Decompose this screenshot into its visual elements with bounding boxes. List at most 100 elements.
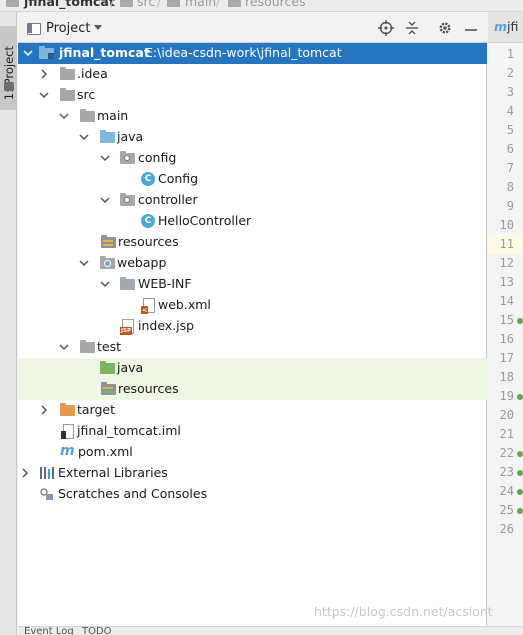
project-view-selector[interactable]: Project bbox=[46, 21, 90, 36]
tree-row-main[interactable]: main bbox=[18, 106, 487, 127]
tree-row-iml[interactable]: jfinal_tomcat.iml bbox=[18, 421, 487, 442]
java-class-icon: C bbox=[141, 214, 155, 228]
gutter-marker-icon[interactable] bbox=[517, 508, 523, 514]
tree-label-idea: .idea bbox=[77, 66, 108, 81]
line-number: 22 bbox=[499, 446, 514, 460]
test-resources-root-icon bbox=[101, 382, 116, 395]
chevron-down-icon[interactable] bbox=[94, 25, 102, 30]
tree-label-src: src bbox=[77, 87, 96, 102]
tree-label-resources: resources bbox=[118, 234, 179, 249]
chevron-down-icon[interactable] bbox=[39, 90, 49, 100]
line-number: 7 bbox=[506, 161, 514, 175]
tree-row-test-java[interactable]: java bbox=[18, 358, 487, 379]
project-panel: Project jfinal_tomcat E:\idea-csdn-work\… bbox=[18, 12, 487, 635]
tree-label-config-class: Config bbox=[158, 171, 199, 186]
tree-row-test[interactable]: test bbox=[18, 337, 487, 358]
tree-label-web-inf: WEB-INF bbox=[138, 276, 192, 291]
tree-label-controller: controller bbox=[138, 192, 198, 207]
hide-panel-icon[interactable] bbox=[462, 18, 480, 36]
chevron-down-icon[interactable] bbox=[100, 279, 110, 289]
bottom-tool-bar: Event Log TODO bbox=[18, 626, 523, 635]
iml-file-icon bbox=[61, 424, 74, 439]
chevron-down-icon[interactable] bbox=[59, 111, 69, 121]
package-icon bbox=[120, 151, 135, 164]
tree-row-target[interactable]: target bbox=[18, 400, 487, 421]
tree-label-config: config bbox=[138, 150, 177, 165]
tree-row-config-class[interactable]: C Config bbox=[18, 169, 487, 190]
editor-tab-title: jfi bbox=[507, 19, 519, 34]
line-number: 9 bbox=[506, 199, 514, 213]
gutter-marker-icon[interactable] bbox=[517, 451, 523, 457]
chevron-down-icon[interactable] bbox=[100, 153, 110, 163]
tree-row-src[interactable]: src bbox=[18, 85, 487, 106]
bottom-tab-todo[interactable]: TODO bbox=[82, 627, 112, 635]
editor-tab-label: mjfi bbox=[494, 19, 518, 34]
breadcrumb-item-src[interactable]: src bbox=[137, 0, 155, 9]
line-number: 21 bbox=[499, 427, 514, 441]
folder-icon bbox=[60, 67, 75, 80]
chevron-down-icon[interactable] bbox=[23, 48, 33, 58]
package-icon bbox=[120, 193, 135, 206]
gutter-marker-icon[interactable] bbox=[517, 394, 523, 400]
chevron-right-icon[interactable] bbox=[39, 405, 49, 415]
folder-icon bbox=[80, 340, 95, 353]
libraries-icon bbox=[40, 467, 55, 479]
chevron-down-icon[interactable] bbox=[79, 258, 89, 268]
folder-icon bbox=[4, 82, 14, 91]
folder-icon bbox=[167, 0, 180, 7]
line-number: 2 bbox=[506, 66, 514, 80]
chevron-down-icon[interactable] bbox=[59, 342, 69, 352]
tree-label-pom: pom.xml bbox=[78, 444, 133, 459]
tree-row-scratches[interactable]: Scratches and Consoles bbox=[18, 484, 487, 505]
tree-label-external-libraries: External Libraries bbox=[58, 465, 168, 480]
line-number: 11 bbox=[499, 237, 514, 251]
chevron-down-icon[interactable] bbox=[100, 195, 110, 205]
locate-file-icon[interactable] bbox=[377, 20, 395, 38]
tree-row-web-inf[interactable]: WEB-INF bbox=[18, 274, 487, 295]
line-number: 14 bbox=[499, 294, 514, 308]
chevron-right-icon[interactable] bbox=[20, 468, 30, 478]
gutter-marker-icon[interactable] bbox=[517, 318, 523, 324]
tree-row-java[interactable]: java bbox=[18, 127, 487, 148]
tree-row-external-libraries[interactable]: External Libraries bbox=[18, 463, 487, 484]
editor-tab[interactable]: mjfi bbox=[488, 12, 523, 43]
tree-row-test-resources[interactable]: resources bbox=[18, 379, 487, 400]
tree-label-test: test bbox=[97, 339, 122, 354]
folder-icon bbox=[120, 0, 133, 7]
line-number: 5 bbox=[506, 123, 514, 137]
java-class-icon: C bbox=[141, 172, 155, 186]
breadcrumb-item-resources[interactable]: resources bbox=[245, 0, 306, 9]
tree-row-hellocontroller[interactable]: C HelloController bbox=[18, 211, 487, 232]
folder-icon bbox=[80, 109, 95, 122]
tree-row-idea[interactable]: .idea bbox=[18, 64, 487, 85]
gear-icon[interactable] bbox=[436, 20, 454, 38]
tree-row-resources[interactable]: resources bbox=[18, 232, 487, 253]
chevron-right-icon[interactable] bbox=[39, 69, 49, 79]
collapse-all-icon[interactable] bbox=[403, 20, 421, 38]
tree-row-controller[interactable]: controller bbox=[18, 190, 487, 211]
tree-row-index-jsp[interactable]: JSP index.jsp bbox=[18, 316, 487, 337]
tree-label-test-resources: resources bbox=[118, 381, 179, 396]
tree-label-main: main bbox=[97, 108, 129, 123]
module-folder-icon bbox=[39, 46, 54, 59]
tree-row-webapp[interactable]: webapp bbox=[18, 253, 487, 274]
gutter-marker-icon[interactable] bbox=[517, 489, 523, 495]
bottom-tab-event-log[interactable]: Event Log bbox=[24, 627, 74, 635]
line-number: 23 bbox=[499, 465, 514, 479]
web-folder-icon bbox=[100, 256, 115, 269]
tree-row-config[interactable]: config bbox=[18, 148, 487, 169]
breadcrumb-project[interactable]: jfinal_tomcat bbox=[24, 0, 115, 9]
tree-row-root[interactable]: jfinal_tomcat E:\idea-csdn-work\jfinal_t… bbox=[18, 43, 487, 64]
breadcrumb-item-main[interactable]: main bbox=[185, 0, 216, 9]
chevron-down-icon[interactable] bbox=[79, 132, 89, 142]
tree-label-index-jsp: index.jsp bbox=[138, 318, 195, 333]
project-tool-tab[interactable]: 1: Project bbox=[0, 26, 17, 110]
gutter-marker-icon[interactable] bbox=[517, 470, 523, 476]
watermark: https://blog.csdn.net/acsiont bbox=[314, 604, 493, 619]
left-tool-stripe: 1: Project bbox=[0, 12, 17, 635]
editor-area: mjfi 1 2 3 4 5 6 7 8 9 10 11 12 13 14 15 16 17 18 19 20 21 22… bbox=[488, 12, 523, 635]
tree-row-web-xml[interactable]: < web.xml bbox=[18, 295, 487, 316]
tree-row-pom[interactable]: m pom.xml bbox=[18, 442, 487, 463]
line-number: 25 bbox=[499, 503, 514, 517]
breadcrumb-separator: / bbox=[157, 0, 162, 9]
